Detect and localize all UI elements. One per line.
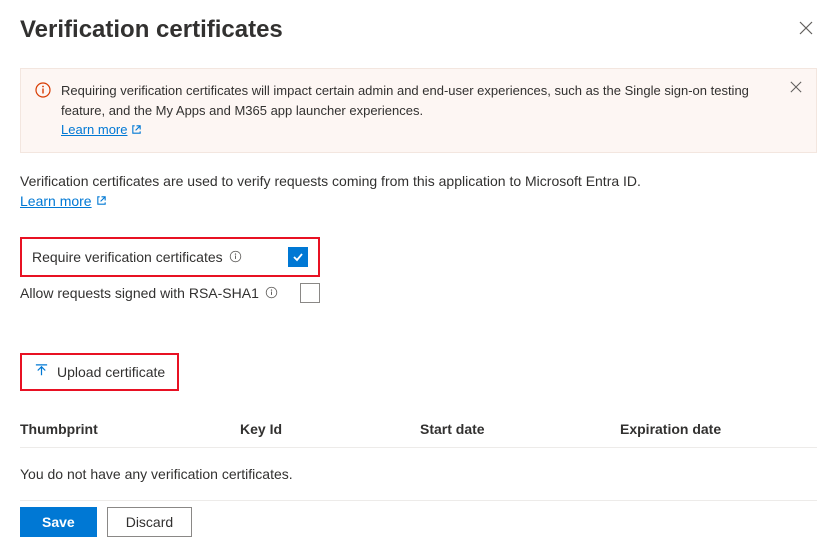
panel-header: Verification certificates [20, 16, 817, 44]
allow-rsa-label-group: Allow requests signed with RSA-SHA1 [20, 285, 278, 301]
upload-highlight: Upload certificate [20, 353, 179, 391]
upload-certificate-button[interactable]: Upload certificate [34, 363, 165, 381]
save-button[interactable]: Save [20, 507, 97, 537]
info-tooltip-icon[interactable] [265, 286, 278, 299]
close-icon [790, 81, 802, 93]
require-certificates-checkbox[interactable] [288, 247, 308, 267]
checkmark-icon [291, 250, 305, 264]
banner-learn-more-link[interactable]: Learn more [61, 120, 142, 140]
column-start-date: Start date [420, 421, 620, 437]
external-link-icon [131, 124, 142, 135]
discard-button[interactable]: Discard [107, 507, 192, 537]
info-tooltip-icon[interactable] [229, 250, 242, 263]
column-thumbprint: Thumbprint [20, 421, 240, 437]
allow-rsa-label: Allow requests signed with RSA-SHA1 [20, 285, 259, 301]
description-learn-more-label: Learn more [20, 193, 92, 209]
external-link-icon [96, 195, 107, 206]
banner-content: Requiring verification certificates will… [61, 81, 780, 140]
require-certificates-label-group: Require verification certificates [32, 249, 242, 265]
column-key-id: Key Id [240, 421, 420, 437]
banner-text: Requiring verification certificates will… [61, 83, 749, 118]
allow-rsa-checkbox[interactable] [300, 283, 320, 303]
require-certificates-row: Require verification certificates [20, 237, 320, 277]
table-empty-state: You do not have any verification certifi… [20, 448, 817, 501]
description-learn-more-link[interactable]: Learn more [20, 193, 107, 209]
require-certificates-label: Require verification certificates [32, 249, 223, 265]
upload-section: Upload certificate [20, 353, 817, 391]
upload-certificate-label: Upload certificate [57, 364, 165, 380]
info-banner: Requiring verification certificates will… [20, 68, 817, 153]
banner-learn-more-label: Learn more [61, 120, 127, 140]
footer-actions: Save Discard [20, 507, 192, 537]
certificates-table-header: Thumbprint Key Id Start date Expiration … [20, 409, 817, 448]
description-learn-more-row: Learn more [20, 193, 817, 209]
info-icon [35, 82, 51, 101]
allow-rsa-row: Allow requests signed with RSA-SHA1 [20, 283, 320, 303]
banner-close-button[interactable] [790, 81, 802, 96]
close-button[interactable] [795, 17, 817, 44]
close-icon [799, 21, 813, 35]
page-title: Verification certificates [20, 16, 283, 44]
description-text: Verification certificates are used to ve… [20, 173, 817, 189]
column-expiration-date: Expiration date [620, 421, 817, 437]
upload-icon [34, 363, 49, 381]
